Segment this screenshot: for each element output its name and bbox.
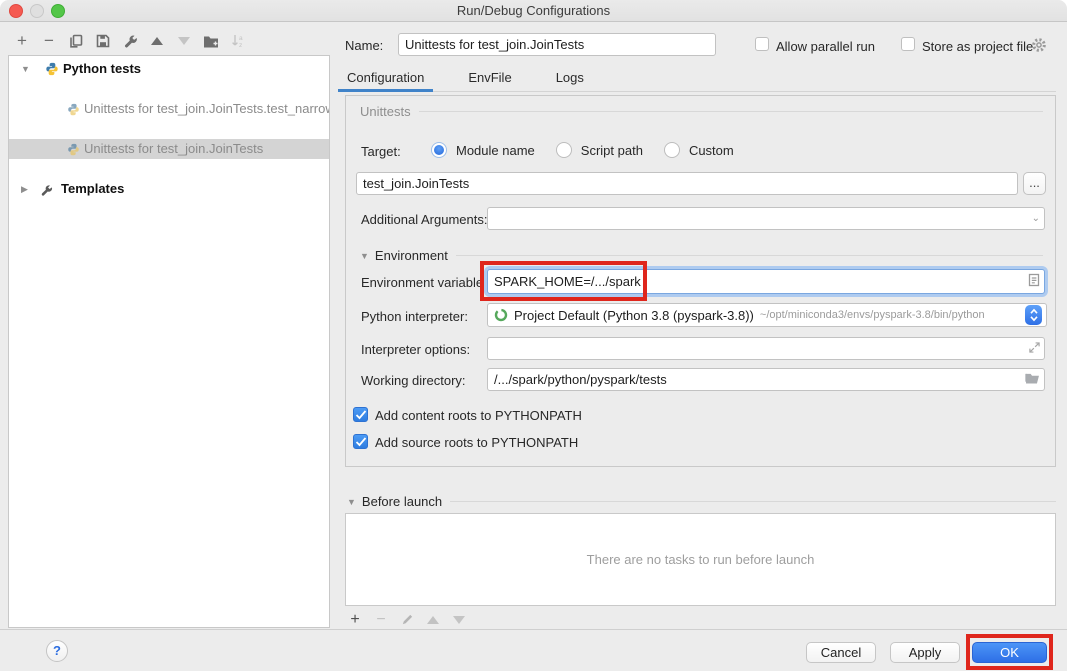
sort-configurations-icon[interactable]: az xyxy=(230,33,246,49)
working-directory-label: Working directory: xyxy=(361,373,466,388)
store-as-project-file-checkbox[interactable] xyxy=(901,37,915,51)
copy-configuration-icon[interactable] xyxy=(68,33,84,49)
interpreter-options-label: Interpreter options: xyxy=(361,342,470,357)
expand-field-icon[interactable] xyxy=(1029,341,1040,356)
python-icon xyxy=(67,102,80,119)
add-content-roots-checkbox[interactable] xyxy=(353,407,368,422)
store-as-project-file-label: Store as project file xyxy=(922,39,1033,54)
add-content-roots-label: Add content roots to PYTHONPATH xyxy=(375,408,582,423)
svg-text:a: a xyxy=(239,35,243,42)
footer-divider xyxy=(0,629,1067,630)
dropdown-stepper-icon[interactable] xyxy=(1025,305,1042,325)
python-icon xyxy=(45,62,59,79)
tab-logs[interactable]: Logs xyxy=(547,66,593,91)
additional-arguments-label: Additional Arguments: xyxy=(361,212,487,227)
unittests-group-header: Unittests xyxy=(360,104,1043,119)
python-interpreter-value: Project Default (Python 3.8 (pyspark-3.8… xyxy=(514,308,754,323)
before-launch-toolbar: + − xyxy=(347,611,467,628)
configurations-tree: ▼ Python tests Unittests for test_join.J… xyxy=(8,55,330,628)
tree-item-python-tests[interactable]: ▼ Python tests xyxy=(9,59,329,79)
environment-variables-label: Environment variables: xyxy=(361,275,493,290)
tree-item-label: Python tests xyxy=(63,59,141,79)
before-launch-task-list[interactable]: There are no tasks to run before launch xyxy=(345,513,1056,606)
tree-item-jointests-selected[interactable]: Unittests for test_join.JoinTests xyxy=(9,139,329,159)
edit-task-icon[interactable] xyxy=(399,612,415,628)
tab-bar: Configuration EnvFile Logs xyxy=(338,66,1056,92)
remove-configuration-icon[interactable]: − xyxy=(41,33,57,49)
additional-arguments-input[interactable]: ⌄ xyxy=(487,207,1045,230)
title-bar: Run/Debug Configurations xyxy=(0,0,1067,22)
tab-label: Configuration xyxy=(347,70,424,85)
interpreter-options-input[interactable] xyxy=(487,337,1045,360)
target-radios: Module name Script path Custom xyxy=(431,142,746,158)
tab-label: EnvFile xyxy=(468,70,511,85)
new-folder-icon[interactable] xyxy=(203,33,219,49)
allow-parallel-run-label: Allow parallel run xyxy=(776,39,875,54)
environment-header-label: Environment xyxy=(375,248,448,263)
collapse-icon[interactable]: ▼ xyxy=(21,59,30,79)
cancel-button[interactable]: Cancel xyxy=(806,642,876,663)
expand-icon[interactable]: ▶ xyxy=(21,179,28,199)
conda-env-icon xyxy=(494,308,508,322)
working-directory-input[interactable]: /.../spark/python/pyspark/tests xyxy=(487,368,1045,391)
name-input[interactable] xyxy=(398,33,716,56)
tree-item-test-narrow[interactable]: Unittests for test_join.JoinTests.test_n… xyxy=(9,99,329,119)
before-launch-header[interactable]: ▼ Before launch xyxy=(347,494,1056,509)
gear-icon[interactable] xyxy=(1031,37,1047,56)
radio-module-name[interactable] xyxy=(431,142,447,158)
collapse-icon[interactable]: ▼ xyxy=(360,251,369,261)
tab-envfile[interactable]: EnvFile xyxy=(459,66,520,91)
add-configuration-icon[interactable]: + xyxy=(14,33,30,49)
radio-module-name-label: Module name xyxy=(456,143,535,158)
tree-item-label: Unittests for test_join.JoinTests.test_n… xyxy=(84,99,329,119)
before-launch-empty-text: There are no tasks to run before launch xyxy=(587,552,815,567)
move-task-up-icon[interactable] xyxy=(425,612,441,628)
save-configuration-icon[interactable] xyxy=(95,33,111,49)
python-interpreter-path: ~/opt/miniconda3/envs/pyspark-3.8/bin/py… xyxy=(760,309,1025,321)
apply-button[interactable]: Apply xyxy=(890,642,960,663)
chevron-down-icon[interactable]: ⌄ xyxy=(1032,213,1040,224)
folder-icon[interactable] xyxy=(1025,372,1040,387)
annotation-box-env-vars xyxy=(480,261,647,301)
help-button[interactable]: ? xyxy=(46,640,68,662)
python-interpreter-select[interactable]: Project Default (Python 3.8 (pyspark-3.8… xyxy=(487,303,1047,327)
working-directory-value: /.../spark/python/pyspark/tests xyxy=(494,372,1025,387)
move-down-icon[interactable] xyxy=(176,33,192,49)
annotation-box-ok xyxy=(966,634,1053,670)
browse-button[interactable]: ... xyxy=(1023,172,1046,195)
configurations-toolbar: + − az xyxy=(14,31,246,51)
add-source-roots-label: Add source roots to PYTHONPATH xyxy=(375,435,578,450)
unittests-group-label: Unittests xyxy=(360,104,411,119)
svg-text:z: z xyxy=(239,42,242,48)
radio-custom-label: Custom xyxy=(689,143,734,158)
move-task-down-icon[interactable] xyxy=(451,612,467,628)
target-input[interactable] xyxy=(356,172,1018,195)
allow-parallel-run-checkbox[interactable] xyxy=(755,37,769,51)
collapse-icon[interactable]: ▼ xyxy=(347,497,356,507)
radio-script-path-label: Script path xyxy=(581,143,643,158)
name-label: Name: xyxy=(345,38,383,53)
tree-item-label: Unittests for test_join.JoinTests xyxy=(84,139,263,159)
add-task-icon[interactable]: + xyxy=(347,612,363,628)
configuration-panel: Unittests Target: Module name Script pat… xyxy=(345,95,1056,467)
window-title: Run/Debug Configurations xyxy=(0,0,1067,22)
run-debug-configurations-dialog: Run/Debug Configurations + − az ▼ Pyth xyxy=(0,0,1067,671)
tree-item-label: Templates xyxy=(61,179,124,199)
python-interpreter-label: Python interpreter: xyxy=(361,309,468,324)
move-up-icon[interactable] xyxy=(149,33,165,49)
environment-section-header[interactable]: ▼ Environment xyxy=(360,248,1043,263)
radio-script-path[interactable] xyxy=(556,142,572,158)
edit-templates-icon[interactable] xyxy=(122,33,138,49)
radio-custom[interactable] xyxy=(664,142,680,158)
browse-env-vars-icon[interactable] xyxy=(1028,273,1040,290)
tab-label: Logs xyxy=(556,70,584,85)
add-source-roots-checkbox[interactable] xyxy=(353,434,368,449)
wrench-icon xyxy=(40,183,53,199)
target-label: Target: xyxy=(361,144,401,159)
tab-configuration[interactable]: Configuration xyxy=(338,66,433,91)
tree-item-templates[interactable]: ▶ Templates xyxy=(9,179,329,199)
python-icon xyxy=(67,142,80,159)
before-launch-label: Before launch xyxy=(362,494,442,509)
remove-task-icon[interactable]: − xyxy=(373,612,389,628)
